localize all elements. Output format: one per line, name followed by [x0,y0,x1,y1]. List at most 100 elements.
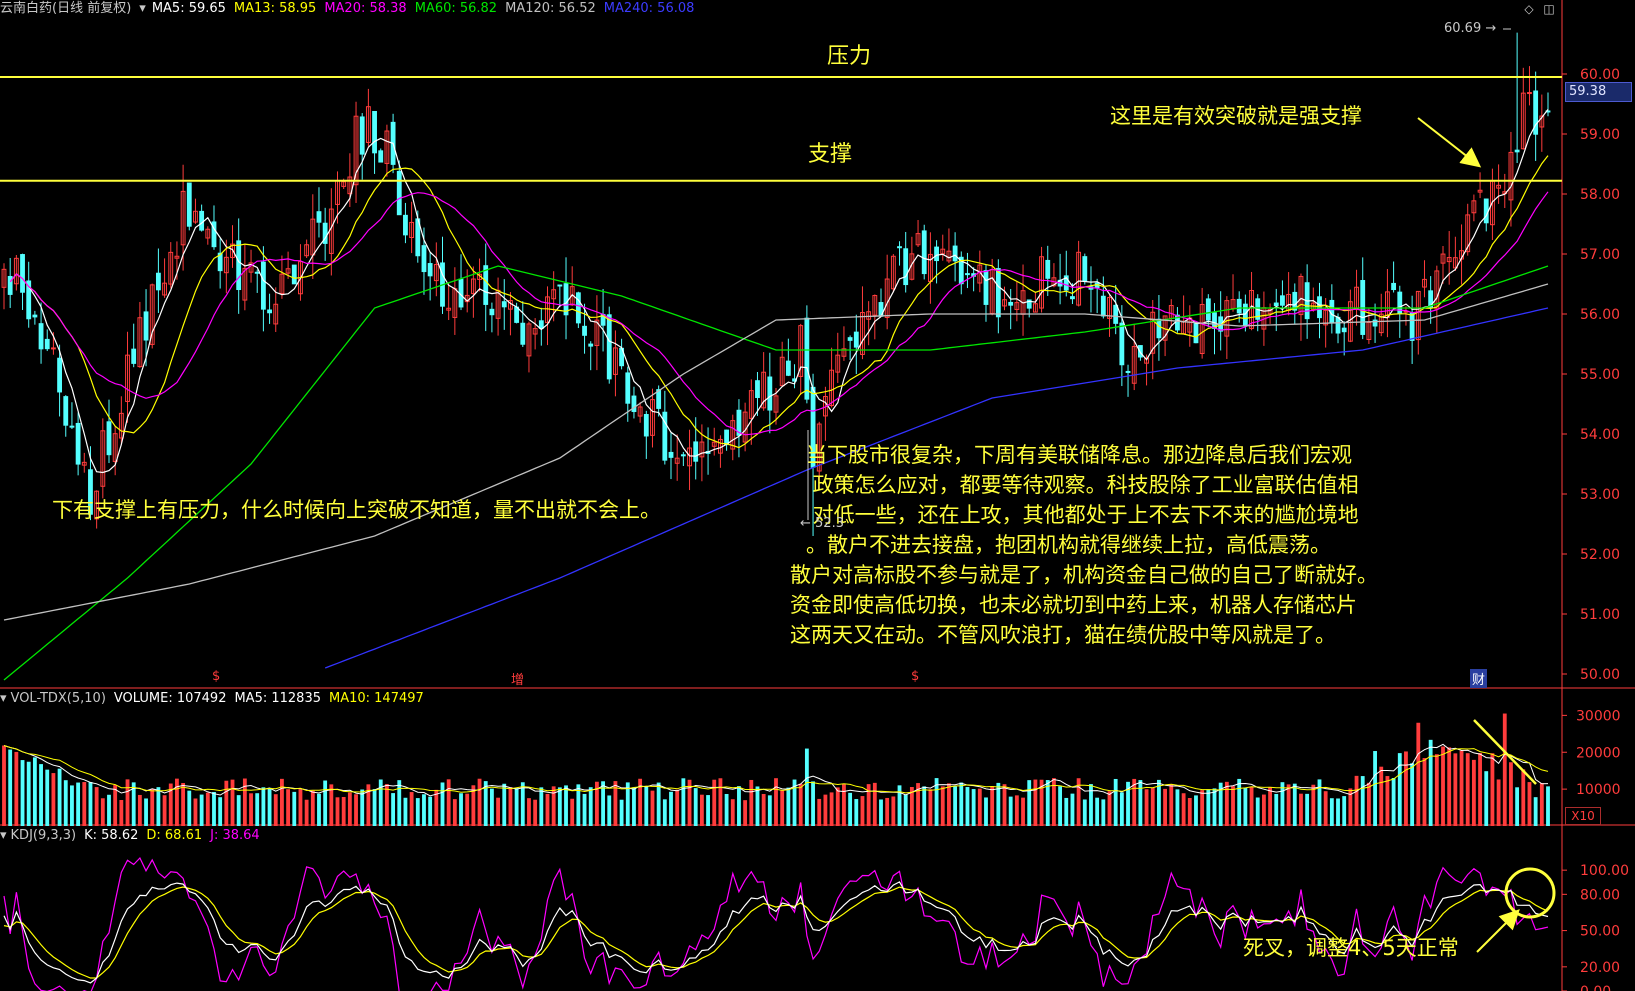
candle-body [693,441,699,462]
vol-title: VOL-TDX(5,10) [10,691,106,706]
volume-bar [70,785,74,826]
price-tick-label: 56.00 [1580,307,1620,323]
event-marker[interactable]: 增 [511,669,524,688]
diamond-icon[interactable]: ◇ [1522,2,1536,16]
volume-bar [730,799,735,826]
volume-bar [1323,791,1328,826]
window-toggle-icon[interactable]: ◫ [1542,2,1556,16]
kdj-lines [3,856,1549,991]
volume-bar [607,795,612,826]
candle-body [897,246,902,249]
candle-body [625,372,631,404]
candle-body [44,338,50,350]
volume-bar [632,787,636,826]
volume-bar [39,764,43,826]
candle-body [1317,296,1322,319]
volume-bar [1231,786,1235,826]
volume-bar [1459,750,1464,826]
candle-body [853,331,859,348]
volume-bar [811,781,815,826]
header-dropdown-icon[interactable]: ▾ [139,1,146,16]
volume-bar [267,787,272,826]
kdj-dropdown-icon[interactable]: ▾ [0,828,7,843]
volume-bar [1366,782,1371,826]
volume-bar [737,786,741,826]
volume-bar [767,795,772,826]
volume-bar [1008,796,1013,826]
candle-body [588,343,594,347]
volume-bar [32,757,37,826]
candle-body [1335,316,1341,334]
volume-bar [1113,778,1118,826]
volume-bar [162,795,167,826]
vol-volume: VOLUME: 107492 [113,691,227,706]
candle-body [1008,301,1014,306]
volume-bar [1095,797,1100,826]
volume-bar [557,787,562,826]
volume-bar [1329,798,1334,826]
volume-bar [107,794,111,826]
volume-bar [1150,787,1155,826]
volume-bar [564,785,568,826]
ma120-value: MA120: 56.52 [505,1,596,16]
volume-bar [1434,754,1439,826]
candle-body [254,271,260,274]
volume-bar [1305,793,1310,826]
volume-bar [1261,794,1266,826]
volume-bar [88,782,93,826]
volume-bar [1453,753,1458,826]
candle-body [952,245,958,262]
event-marker[interactable]: $ [911,669,919,684]
kdj-tick-label: 0.00 [1580,984,1611,991]
vol-dropdown-icon[interactable]: ▾ [0,691,7,706]
ma-5-line [9,109,1549,474]
volume-bar [218,797,223,826]
volume-bar [1101,799,1106,826]
commentary-line: 散户对高标股不参与就是了，机构资金自己做的自己了断就好。 [790,563,1378,587]
volume-bar [774,778,778,826]
volume-bar [1342,796,1347,826]
volume-bar [644,786,649,826]
candle-body [63,396,69,426]
candle-body [921,230,927,275]
volume-bar [1478,752,1482,826]
arrow-left-icon: ← [800,516,816,531]
price-tick-label: 53.00 [1580,487,1620,503]
volume-bar [675,789,680,826]
candle-body [316,211,322,223]
volume-bar [1404,751,1408,826]
volume-bar [804,748,809,826]
market-commentary: 当下股市很复杂，下周有美联储降息。那边降息后我们宏观 政策怎么应对，都要等待观察… [790,440,1394,650]
candle-body [1341,327,1347,333]
candle-body [520,322,526,345]
candle-body [767,376,773,411]
volume-bar [650,790,655,826]
volume-bar [1496,779,1501,826]
volume-bar [298,789,303,826]
candle-body [378,150,384,163]
candle-body [20,254,25,293]
volume-bar [150,788,155,826]
left-note: 下有支撑上有压力，什么时候向上突破不知道，量不出就不会上。 [52,498,661,522]
candle-body [606,314,612,380]
event-marker[interactable]: $ [212,669,220,684]
volume-bar [94,787,99,826]
candle-body [131,348,137,364]
volume-bar [1546,786,1550,826]
volume-bar [712,779,717,826]
candle-body [934,246,939,262]
kdj-header: ▾ KDJ(9,3,3) K: 58.62 D: 68.61 J: 38.64 [0,827,268,845]
volume-bars [2,713,1550,826]
vol-tick-label: 10000 [1576,782,1621,798]
support-label: 支撑 [808,142,853,167]
volume-bar [310,790,315,826]
kdj-tick-label: 100.00 [1580,863,1629,879]
candle-body [106,421,112,456]
earnings-marker[interactable]: 财 [1470,669,1488,688]
kdj-tick-label: 80.00 [1580,887,1620,903]
kdj-j: J: 38.64 [210,828,260,843]
volume-bar [354,794,358,826]
volume-bar [236,795,241,826]
volume-bar [1027,780,1032,826]
candle-body [1514,149,1520,153]
